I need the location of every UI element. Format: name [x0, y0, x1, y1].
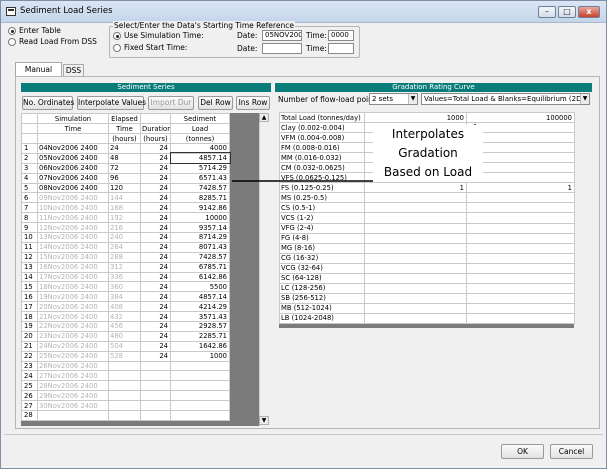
footer-divider	[4, 434, 603, 435]
annotation-line: Interpolates	[373, 125, 483, 144]
annotation-line: Based on Load	[373, 163, 483, 182]
annotation-line: Gradation	[373, 144, 483, 163]
ok-button[interactable]: OK	[501, 444, 544, 459]
cancel-button[interactable]: Cancel	[550, 444, 593, 459]
sediment-load-window: Sediment Load Series – □ x Enter Table R…	[0, 0, 607, 469]
annotation-arrow	[232, 123, 481, 182]
annotation-text: Interpolates Gradation Based on Load	[373, 125, 483, 182]
